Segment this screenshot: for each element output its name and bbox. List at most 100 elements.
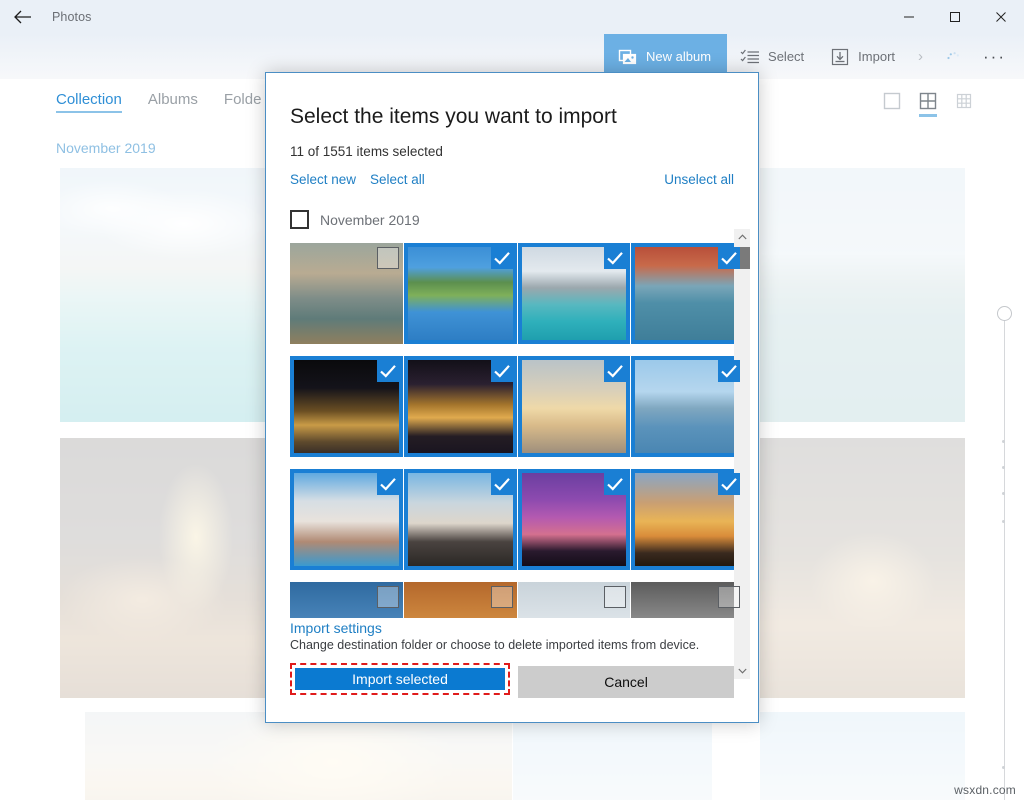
import-icon (830, 47, 850, 67)
thumbnail-checkbox-checked[interactable] (718, 247, 740, 269)
dialog-button-row: Import selected Cancel (290, 663, 734, 698)
thumbnail-item[interactable] (631, 582, 744, 618)
collection-photo-vegas-night[interactable] (60, 438, 266, 698)
maximize-button[interactable] (932, 0, 978, 34)
tab-albums[interactable]: Albums (148, 91, 198, 112)
import-button[interactable]: Import (817, 34, 908, 79)
thumbnail-item[interactable] (404, 243, 517, 344)
selected-count-text: 11 of 1551 items selected (290, 144, 443, 159)
loading-spinner-icon (933, 34, 973, 79)
title-bar: Photos (0, 0, 1024, 34)
view-mode-large[interactable] (882, 91, 902, 117)
collection-photo-golden-gate[interactable] (760, 168, 965, 422)
thumbnail-item[interactable] (404, 469, 517, 570)
thumbnail-checkbox-unchecked[interactable] (718, 586, 740, 608)
thumbnail-item[interactable] (518, 243, 631, 344)
view-mode-group (882, 91, 974, 117)
thumbnail-item[interactable] (290, 243, 403, 344)
tab-folders[interactable]: Folde (224, 91, 262, 112)
import-label: Import (858, 49, 895, 64)
close-button[interactable] (978, 0, 1024, 34)
thumbnail-item[interactable] (404, 582, 517, 618)
thumbnail-checkbox-unchecked[interactable] (377, 586, 399, 608)
collection-photo-vegas-fountain[interactable] (760, 438, 965, 698)
tab-folders-label: Folde (224, 91, 262, 108)
collection-month-label: November 2019 (56, 140, 156, 156)
select-new-link[interactable]: Select new (290, 172, 356, 187)
tab-albums-label: Albums (148, 91, 198, 108)
chevron-glyph: › (918, 48, 923, 65)
new-album-label: New album (646, 49, 711, 64)
scrubber-dot (1002, 520, 1005, 523)
tab-collection-label: Collection (56, 91, 122, 108)
tab-collection[interactable]: Collection (56, 91, 122, 112)
import-settings-link[interactable]: Import settings (290, 620, 734, 636)
window-controls (886, 0, 1024, 34)
import-selected-button[interactable]: Import selected (295, 668, 505, 690)
collection-photo-paris-sunset[interactable] (85, 712, 512, 800)
view-mode-medium[interactable] (918, 91, 938, 117)
select-label: Select (768, 49, 804, 64)
more-glyph: ··· (983, 47, 1006, 67)
collection-photo-eiffel-daylight-2[interactable] (760, 712, 965, 800)
select-icon (740, 47, 760, 67)
thumbnail-row (290, 469, 745, 582)
thumbnail-checkbox-checked[interactable] (377, 360, 399, 382)
group-checkbox[interactable] (290, 210, 309, 229)
unselect-all-link[interactable]: Unselect all (664, 172, 734, 187)
thumbnail-grid (290, 243, 745, 618)
thumbnail-checkbox-checked[interactable] (491, 247, 513, 269)
import-selected-highlight: Import selected (290, 663, 510, 695)
minimize-button[interactable] (886, 0, 932, 34)
import-dialog: Select the items you want to import 11 o… (265, 72, 759, 723)
new-album-icon (618, 47, 638, 67)
thumbnail-checkbox-checked[interactable] (377, 473, 399, 495)
collection-photo-eiffel-daylight[interactable] (513, 712, 712, 800)
thumbnail-item[interactable] (290, 469, 403, 570)
watermark: wsxdn.com (954, 783, 1016, 797)
scrubber-handle[interactable] (997, 306, 1012, 321)
thumbnail-item[interactable] (631, 469, 744, 570)
thumbnail-checkbox-checked[interactable] (491, 360, 513, 382)
tab-strip: Collection Albums Folde (56, 91, 261, 112)
scrubber-dot (1002, 766, 1005, 769)
import-settings-description: Change destination folder or choose to d… (290, 638, 734, 652)
timeline-scrubber[interactable]: 2019 (960, 248, 1024, 800)
more-options-button[interactable]: ··· (973, 34, 1024, 79)
thumbnail-item[interactable] (404, 356, 517, 457)
thumbnail-checkbox-checked[interactable] (718, 360, 740, 382)
thumbnail-checkbox-checked[interactable] (604, 247, 626, 269)
selection-links: Select new Select all Unselect all (290, 172, 734, 192)
thumbnail-item[interactable] (631, 356, 744, 457)
thumbnail-item[interactable] (518, 582, 631, 618)
group-header-row[interactable]: November 2019 (290, 210, 420, 229)
thumbnail-row (290, 243, 745, 356)
thumbnail-item[interactable] (518, 469, 631, 570)
dialog-scrollbar[interactable] (734, 229, 750, 679)
thumbnail-item[interactable] (290, 356, 403, 457)
scrubber-dot (1002, 466, 1005, 469)
thumbnail-checkbox-unchecked[interactable] (604, 586, 626, 608)
group-label: November 2019 (320, 212, 420, 228)
scroll-down-icon[interactable] (734, 663, 750, 679)
thumbnail-item[interactable] (290, 582, 403, 618)
scrubber-dot (1002, 492, 1005, 495)
thumbnail-checkbox-checked[interactable] (491, 473, 513, 495)
thumbnail-checkbox-unchecked[interactable] (491, 586, 513, 608)
thumbnail-checkbox-unchecked[interactable] (377, 247, 399, 269)
chevron-right-icon[interactable]: › (908, 34, 933, 79)
thumbnail-checkbox-checked[interactable] (604, 360, 626, 382)
back-arrow-icon[interactable] (0, 0, 46, 34)
dialog-footer: Import settings Change destination folde… (290, 620, 734, 698)
thumbnail-row (290, 356, 745, 469)
collection-photo-honolulu[interactable] (60, 168, 266, 422)
cancel-button[interactable]: Cancel (518, 666, 734, 698)
thumbnail-checkbox-checked[interactable] (604, 473, 626, 495)
select-all-link[interactable]: Select all (370, 172, 425, 187)
dialog-title: Select the items you want to import (290, 105, 617, 129)
thumbnail-item[interactable] (631, 243, 744, 344)
scroll-up-icon[interactable] (734, 229, 750, 245)
thumbnail-checkbox-checked[interactable] (718, 473, 740, 495)
thumbnail-item[interactable] (518, 356, 631, 457)
view-mode-small[interactable] (954, 91, 974, 117)
